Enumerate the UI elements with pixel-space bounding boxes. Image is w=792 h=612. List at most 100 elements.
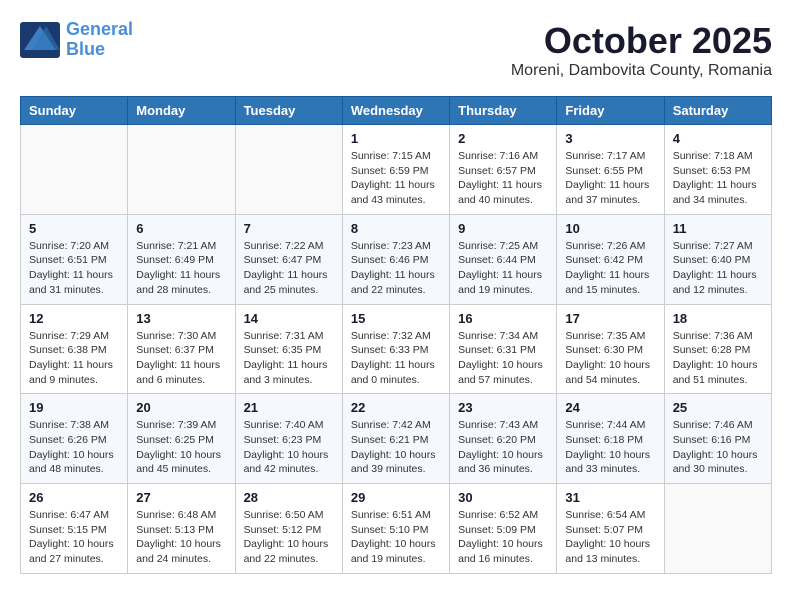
day-info: Sunrise: 6:48 AM Sunset: 5:13 PM Dayligh… [136,508,226,567]
calendar-cell: 21 Sunrise: 7:40 AM Sunset: 6:23 PM Dayli… [235,394,342,484]
calendar-cell: 8 Sunrise: 7:23 AM Sunset: 6:46 PM Daylig… [342,214,449,304]
day-number: 17 [565,311,655,326]
calendar-week-row: 26 Sunrise: 6:47 AM Sunset: 5:15 PM Dayli… [21,484,772,574]
day-number: 21 [244,400,334,415]
day-info: Sunrise: 7:17 AM Sunset: 6:55 PM Dayligh… [565,149,655,208]
weekday-header-tuesday: Tuesday [235,97,342,125]
day-info: Sunrise: 6:47 AM Sunset: 5:15 PM Dayligh… [29,508,119,567]
weekday-header-row: SundayMondayTuesdayWednesdayThursdayFrid… [21,97,772,125]
calendar-cell: 19 Sunrise: 7:38 AM Sunset: 6:26 PM Dayli… [21,394,128,484]
day-info: Sunrise: 7:23 AM Sunset: 6:46 PM Dayligh… [351,239,441,298]
day-number: 14 [244,311,334,326]
day-info: Sunrise: 7:16 AM Sunset: 6:57 PM Dayligh… [458,149,548,208]
day-info: Sunrise: 7:22 AM Sunset: 6:47 PM Dayligh… [244,239,334,298]
calendar-cell: 22 Sunrise: 7:42 AM Sunset: 6:21 PM Dayli… [342,394,449,484]
calendar-cell: 2 Sunrise: 7:16 AM Sunset: 6:57 PM Daylig… [450,125,557,215]
day-number: 25 [673,400,763,415]
day-info: Sunrise: 7:31 AM Sunset: 6:35 PM Dayligh… [244,329,334,388]
day-info: Sunrise: 7:21 AM Sunset: 6:49 PM Dayligh… [136,239,226,298]
calendar-cell [21,125,128,215]
day-number: 31 [565,490,655,505]
calendar-cell: 7 Sunrise: 7:22 AM Sunset: 6:47 PM Daylig… [235,214,342,304]
day-number: 7 [244,221,334,236]
day-info: Sunrise: 7:40 AM Sunset: 6:23 PM Dayligh… [244,418,334,477]
day-info: Sunrise: 7:35 AM Sunset: 6:30 PM Dayligh… [565,329,655,388]
day-info: Sunrise: 7:43 AM Sunset: 6:20 PM Dayligh… [458,418,548,477]
calendar-cell: 24 Sunrise: 7:44 AM Sunset: 6:18 PM Dayli… [557,394,664,484]
calendar-week-row: 5Sunrise: 7:20 AM Sunset: 6:51 PM Daylig… [21,214,772,304]
calendar-cell [128,125,235,215]
calendar-cell: 6Sunrise: 7:21 AM Sunset: 6:49 PM Daylig… [128,214,235,304]
calendar-cell: 20 Sunrise: 7:39 AM Sunset: 6:25 PM Dayli… [128,394,235,484]
calendar-week-row: 19 Sunrise: 7:38 AM Sunset: 6:26 PM Dayli… [21,394,772,484]
calendar-cell: 17 Sunrise: 7:35 AM Sunset: 6:30 PM Dayli… [557,304,664,394]
day-number: 22 [351,400,441,415]
day-number: 19 [29,400,119,415]
day-info: Sunrise: 7:18 AM Sunset: 6:53 PM Dayligh… [673,149,763,208]
calendar-cell: 25Sunrise: 7:46 AM Sunset: 6:16 PM Dayli… [664,394,771,484]
calendar-week-row: 1 Sunrise: 7:15 AM Sunset: 6:59 PM Daylig… [21,125,772,215]
calendar-cell: 27 Sunrise: 6:48 AM Sunset: 5:13 PM Dayli… [128,484,235,574]
day-info: Sunrise: 7:39 AM Sunset: 6:25 PM Dayligh… [136,418,226,477]
logo-text: General Blue [66,20,133,60]
day-info: Sunrise: 7:26 AM Sunset: 6:42 PM Dayligh… [565,239,655,298]
calendar-cell: 12 Sunrise: 7:29 AM Sunset: 6:38 PM Dayli… [21,304,128,394]
day-number: 20 [136,400,226,415]
day-number: 26 [29,490,119,505]
calendar-cell: 5Sunrise: 7:20 AM Sunset: 6:51 PM Daylig… [21,214,128,304]
calendar-cell: 18 Sunrise: 7:36 AM Sunset: 6:28 PM Dayli… [664,304,771,394]
calendar-cell: 4Sunrise: 7:18 AM Sunset: 6:53 PM Daylig… [664,125,771,215]
calendar-table: SundayMondayTuesdayWednesdayThursdayFrid… [20,96,772,574]
day-number: 27 [136,490,226,505]
logo-icon [20,22,60,58]
day-number: 11 [673,221,763,236]
calendar-cell: 11 Sunrise: 7:27 AM Sunset: 6:40 PM Dayli… [664,214,771,304]
day-info: Sunrise: 7:15 AM Sunset: 6:59 PM Dayligh… [351,149,441,208]
day-info: Sunrise: 7:27 AM Sunset: 6:40 PM Dayligh… [673,239,763,298]
day-info: Sunrise: 7:20 AM Sunset: 6:51 PM Dayligh… [29,239,119,298]
calendar-cell: 23Sunrise: 7:43 AM Sunset: 6:20 PM Dayli… [450,394,557,484]
weekday-header-wednesday: Wednesday [342,97,449,125]
weekday-header-thursday: Thursday [450,97,557,125]
day-info: Sunrise: 6:50 AM Sunset: 5:12 PM Dayligh… [244,508,334,567]
month-title: October 2025 [511,20,772,62]
day-number: 1 [351,131,441,146]
day-number: 9 [458,221,548,236]
day-number: 2 [458,131,548,146]
day-number: 29 [351,490,441,505]
day-info: Sunrise: 7:44 AM Sunset: 6:18 PM Dayligh… [565,418,655,477]
location: Moreni, Dambovita County, Romania [511,62,772,80]
day-number: 16 [458,311,548,326]
day-number: 13 [136,311,226,326]
day-number: 8 [351,221,441,236]
calendar-cell: 9 Sunrise: 7:25 AM Sunset: 6:44 PM Daylig… [450,214,557,304]
day-number: 24 [565,400,655,415]
day-number: 15 [351,311,441,326]
day-number: 3 [565,131,655,146]
calendar-cell: 30 Sunrise: 6:52 AM Sunset: 5:09 PM Dayli… [450,484,557,574]
day-number: 28 [244,490,334,505]
day-info: Sunrise: 6:52 AM Sunset: 5:09 PM Dayligh… [458,508,548,567]
day-info: Sunrise: 7:38 AM Sunset: 6:26 PM Dayligh… [29,418,119,477]
day-info: Sunrise: 6:54 AM Sunset: 5:07 PM Dayligh… [565,508,655,567]
day-info: Sunrise: 7:42 AM Sunset: 6:21 PM Dayligh… [351,418,441,477]
day-number: 10 [565,221,655,236]
day-info: Sunrise: 7:32 AM Sunset: 6:33 PM Dayligh… [351,329,441,388]
day-info: Sunrise: 7:34 AM Sunset: 6:31 PM Dayligh… [458,329,548,388]
weekday-header-saturday: Saturday [664,97,771,125]
day-info: Sunrise: 6:51 AM Sunset: 5:10 PM Dayligh… [351,508,441,567]
calendar-week-row: 12 Sunrise: 7:29 AM Sunset: 6:38 PM Dayli… [21,304,772,394]
title-block: October 2025 Moreni, Dambovita County, R… [511,20,772,80]
day-number: 12 [29,311,119,326]
day-info: Sunrise: 7:25 AM Sunset: 6:44 PM Dayligh… [458,239,548,298]
day-info: Sunrise: 7:36 AM Sunset: 6:28 PM Dayligh… [673,329,763,388]
calendar-cell: 14 Sunrise: 7:31 AM Sunset: 6:35 PM Dayli… [235,304,342,394]
page-header: General Blue October 2025 Moreni, Dambov… [20,20,772,80]
day-info: Sunrise: 7:29 AM Sunset: 6:38 PM Dayligh… [29,329,119,388]
calendar-cell: 3 Sunrise: 7:17 AM Sunset: 6:55 PM Daylig… [557,125,664,215]
day-number: 30 [458,490,548,505]
calendar-cell: 29 Sunrise: 6:51 AM Sunset: 5:10 PM Dayli… [342,484,449,574]
day-info: Sunrise: 7:30 AM Sunset: 6:37 PM Dayligh… [136,329,226,388]
calendar-cell: 31 Sunrise: 6:54 AM Sunset: 5:07 PM Dayli… [557,484,664,574]
day-number: 18 [673,311,763,326]
